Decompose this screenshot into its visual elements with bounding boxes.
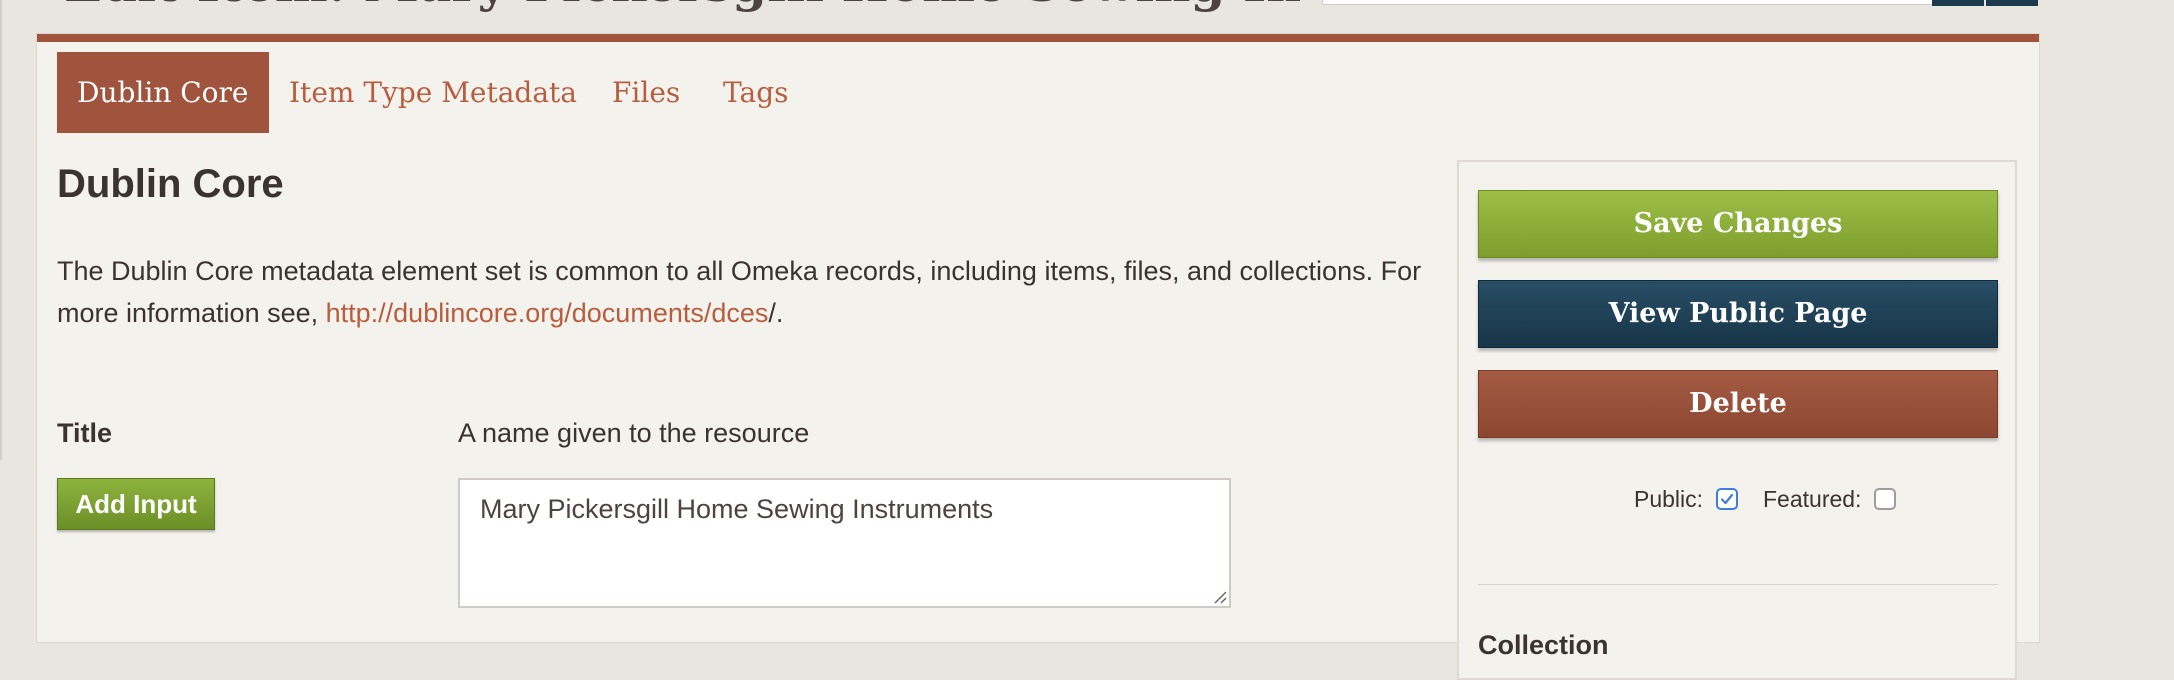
item-edit-panel: Dublin Core Item Type Metadata Files Tag… bbox=[37, 34, 2039, 680]
sidebar-divider bbox=[1478, 584, 1998, 585]
page-title: Edit Item: Mary Pickersgill Home Sewing … bbox=[64, 0, 1300, 13]
tab-dublin-core[interactable]: Dublin Core bbox=[57, 52, 269, 133]
title-textarea-value: Mary Pickersgill Home Sewing Instruments bbox=[480, 494, 994, 524]
search-input[interactable] bbox=[1322, 0, 1934, 5]
page-title-strip: Edit Item: Mary Pickersgill Home Sewing … bbox=[0, 0, 1300, 14]
view-public-page-button[interactable]: View Public Page bbox=[1478, 280, 1998, 348]
title-textarea[interactable]: Mary Pickersgill Home Sewing Instruments bbox=[458, 478, 1231, 608]
title-field-description: A name given to the resource bbox=[458, 418, 810, 448]
visibility-flags: Public: Featured: bbox=[1459, 480, 2019, 520]
add-input-button[interactable]: Add Input bbox=[57, 478, 215, 530]
public-checkbox[interactable] bbox=[1716, 488, 1738, 510]
search-submit-button[interactable] bbox=[1932, 0, 1984, 6]
section-description: The Dublin Core metadata element set is … bbox=[57, 250, 1457, 334]
public-label: Public: bbox=[1634, 486, 1704, 512]
checkmark-icon bbox=[1720, 493, 1734, 505]
resize-handle-icon[interactable] bbox=[1213, 590, 1227, 604]
dublin-core-link[interactable]: http://dublincore.org/documents/dces bbox=[326, 298, 769, 328]
title-field-label: Title bbox=[57, 418, 113, 448]
advanced-search-button[interactable] bbox=[1986, 0, 2038, 6]
delete-button[interactable]: Delete bbox=[1478, 370, 1998, 438]
page-left-edge bbox=[0, 0, 2, 460]
featured-label: Featured: bbox=[1763, 486, 1862, 512]
item-sidebar: Save Changes View Public Page Delete Pub… bbox=[1457, 160, 2017, 680]
section-heading: Dublin Core bbox=[57, 162, 284, 206]
collection-heading: Collection bbox=[1478, 630, 1609, 660]
save-changes-button[interactable]: Save Changes bbox=[1478, 190, 1998, 258]
description-end: /. bbox=[768, 298, 784, 328]
tab-files[interactable]: Files bbox=[612, 52, 680, 133]
tab-item-type-metadata[interactable]: Item Type Metadata bbox=[289, 52, 577, 133]
featured-checkbox[interactable] bbox=[1874, 488, 1896, 510]
tab-tags[interactable]: Tags bbox=[723, 52, 789, 133]
